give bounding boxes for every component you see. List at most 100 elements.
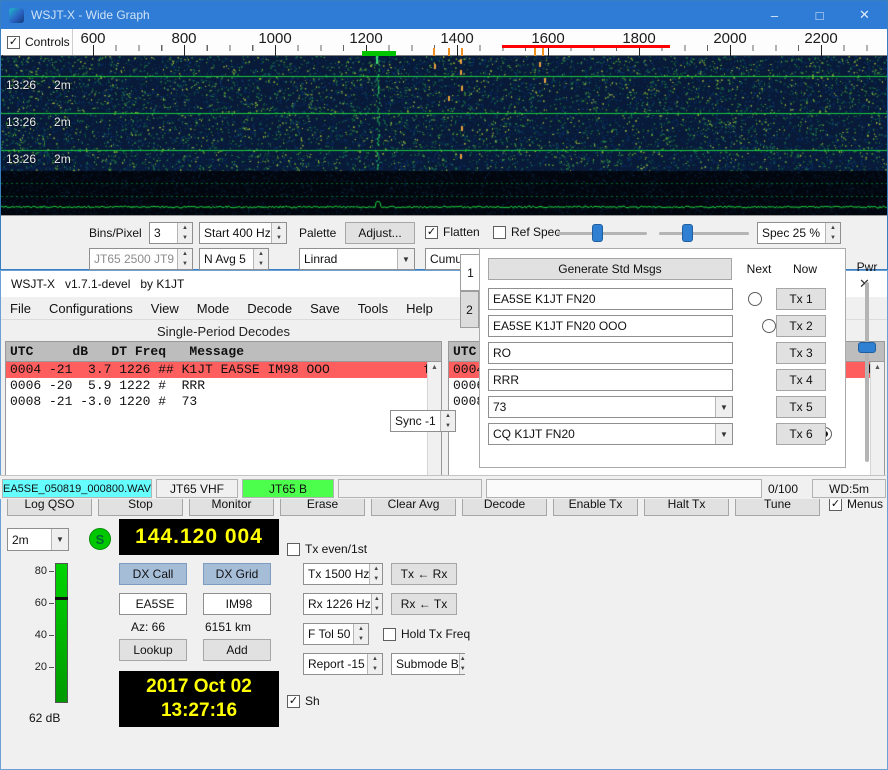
- menu-help[interactable]: Help: [397, 297, 442, 319]
- spin-arrows-icon[interactable]: ▲▼: [440, 411, 455, 431]
- tx1-now-button[interactable]: Tx 1: [776, 288, 826, 310]
- palette-combobox[interactable]: Linrad ▼: [299, 248, 415, 270]
- decode-row[interactable]: 0004 -21 3.7 1226 ## K1JT EA5SE IM98 OOO…: [6, 362, 441, 378]
- tx6-now-button[interactable]: Tx 6: [776, 423, 826, 445]
- orange-frequency-tick: [448, 48, 450, 56]
- tx-message-field-3[interactable]: RO: [488, 342, 733, 364]
- tx-even-checkbox[interactable]: ✓ Tx even/1st: [287, 542, 367, 556]
- maximize-icon[interactable]: □: [797, 1, 842, 29]
- tx-message-field-4[interactable]: RRR: [488, 369, 733, 391]
- spec-percent-spinbox[interactable]: Spec 25 % ▲▼: [757, 222, 841, 244]
- spin-arrows-icon[interactable]: ▲▼: [825, 223, 840, 243]
- spin-arrows-icon[interactable]: ▲▼: [353, 624, 368, 644]
- ref-spec-checkbox[interactable]: ✓ Ref Spec: [493, 225, 560, 239]
- datetime-display: 2017 Oct 02 13:27:16: [119, 671, 279, 727]
- generate-std-msgs-button[interactable]: Generate Std Msgs: [488, 258, 732, 280]
- meter-db-label: 62 dB: [29, 711, 60, 725]
- lookup-button[interactable]: Lookup: [119, 639, 187, 661]
- tx1-next-radio[interactable]: [748, 292, 762, 306]
- now-column-label: Now: [784, 262, 826, 276]
- scale-label: 1400: [435, 30, 479, 47]
- orange-frequency-tick: [542, 48, 544, 56]
- spin-arrows-icon[interactable]: ▲▼: [369, 564, 382, 584]
- menu-save[interactable]: Save: [301, 297, 349, 319]
- checkbox-box-icon: ✓: [425, 226, 438, 239]
- bins-pixel-spinbox[interactable]: 3 ▲▼: [149, 222, 193, 244]
- tx2-next-radio[interactable]: [762, 319, 776, 333]
- spin-arrows-icon[interactable]: ▲▼: [271, 223, 286, 243]
- waterfall-gain-slider[interactable]: [555, 222, 649, 244]
- scroll-up-icon[interactable]: ▲: [874, 362, 881, 373]
- rig-status-indicator[interactable]: S: [89, 528, 111, 550]
- dx-call-button[interactable]: DX Call: [119, 563, 187, 585]
- submode-spinbox[interactable]: Submode B▲▼: [391, 653, 465, 675]
- signal-meter-bar: [55, 563, 68, 703]
- start-hz-spinbox[interactable]: Start 400 Hz ▲▼: [199, 222, 287, 244]
- tx3-now-button[interactable]: Tx 3: [776, 342, 826, 364]
- close-icon[interactable]: ✕: [842, 1, 887, 29]
- progress-bar: [486, 479, 762, 498]
- tx4-now-button[interactable]: Tx 4: [776, 369, 826, 391]
- waterfall-display[interactable]: [1, 56, 887, 215]
- dx-grid-button[interactable]: DX Grid: [203, 563, 271, 585]
- tx-message-field-6[interactable]: CQ K1JT FN20▼: [488, 423, 733, 445]
- tx-from-rx-button[interactable]: Tx ← Rx: [391, 563, 457, 585]
- rx-from-tx-button[interactable]: Rx ← Tx: [391, 593, 457, 615]
- menu-decode[interactable]: Decode: [238, 297, 301, 319]
- orange-frequency-tick: [433, 48, 435, 56]
- bins-pixel-label: Bins/Pixel: [89, 226, 142, 240]
- tx-message-field-2[interactable]: EA5SE K1JT FN20 OOO: [488, 315, 733, 337]
- menu-mode[interactable]: Mode: [188, 297, 239, 319]
- sync-spinbox[interactable]: Sync -1▲▼: [390, 410, 456, 432]
- scroll-up-icon[interactable]: ▲: [431, 362, 438, 373]
- checkbox-box-icon: ✓: [829, 498, 842, 511]
- report-spinbox[interactable]: Report -15▲▼: [303, 653, 383, 675]
- dx-call-field[interactable]: EA5SE: [119, 593, 187, 615]
- tx-freq-spinbox[interactable]: Tx 1500 Hz▲▼: [303, 563, 383, 585]
- waterfall-zero-slider[interactable]: [657, 222, 751, 244]
- decode-row[interactable]: 0008 -21 -3.0 1220 # 73: [6, 394, 441, 410]
- tx2-now-button[interactable]: Tx 2: [776, 315, 826, 337]
- tab-2[interactable]: 2: [460, 291, 479, 328]
- spin-arrows-icon[interactable]: ▲▼: [459, 654, 466, 674]
- spin-arrows-icon[interactable]: ▲▼: [253, 249, 268, 269]
- spin-arrows-icon[interactable]: ▲▼: [371, 594, 382, 614]
- menu-tools[interactable]: Tools: [349, 297, 397, 319]
- menu-configurations[interactable]: Configurations: [40, 297, 142, 319]
- wsjtx-app-icon: [9, 8, 24, 23]
- n-avg-spinbox[interactable]: N Avg 5 ▲▼: [199, 248, 269, 270]
- tx-message-field-1[interactable]: EA5SE K1JT FN20: [488, 288, 733, 310]
- adjust-button[interactable]: Adjust...: [345, 222, 415, 244]
- slider-handle[interactable]: [682, 224, 693, 242]
- menus-checkbox[interactable]: ✓ Menus: [829, 497, 883, 511]
- slider-handle[interactable]: [592, 224, 603, 242]
- menu-file[interactable]: File: [1, 297, 40, 319]
- add-button[interactable]: Add: [203, 639, 271, 661]
- decode-row[interactable]: 0006 -20 5.9 1222 # RRR: [6, 378, 441, 394]
- band-combobox[interactable]: 2m ▼: [7, 528, 69, 551]
- wide-graph-titlebar[interactable]: WSJT-X - Wide Graph – □ ✕: [1, 1, 887, 29]
- vertical-scrollbar[interactable]: ▲▼: [870, 362, 884, 483]
- sh-checkbox[interactable]: ✓ Sh: [287, 694, 320, 708]
- minimize-icon[interactable]: –: [752, 1, 797, 29]
- rx-freq-spinbox[interactable]: Rx 1226 Hz▲▼: [303, 593, 383, 615]
- spin-arrows-icon[interactable]: ▲▼: [367, 654, 382, 674]
- hold-tx-freq-checkbox[interactable]: ✓ Hold Tx Freq: [383, 627, 470, 641]
- f-tol-spinbox[interactable]: F Tol 50▲▼: [303, 623, 369, 645]
- dropdown-arrow-icon: ▼: [715, 424, 732, 444]
- azimuth-label: Az: 66: [131, 620, 165, 634]
- tx-message-field-5[interactable]: 73▼: [488, 396, 733, 418]
- checkbox-box-icon: ✓: [383, 628, 396, 641]
- pwr-slider-handle[interactable]: [858, 342, 876, 353]
- flatten-checkbox[interactable]: ✓ Flatten: [425, 225, 480, 239]
- menu-view[interactable]: View: [142, 297, 188, 319]
- controls-checkbox[interactable]: ✓ Controls: [7, 35, 70, 49]
- tx5-now-button[interactable]: Tx 5: [776, 396, 826, 418]
- spin-arrows-icon[interactable]: ▲▼: [177, 223, 192, 243]
- frequency-display[interactable]: 144.120 004: [119, 519, 279, 555]
- dx-grid-field[interactable]: IM98: [203, 593, 271, 615]
- controls-checkbox-label: Controls: [25, 35, 70, 49]
- meter-tick-label: 20: [27, 661, 47, 673]
- pwr-slider-track[interactable]: [865, 282, 869, 462]
- tab-1[interactable]: 1: [460, 254, 480, 291]
